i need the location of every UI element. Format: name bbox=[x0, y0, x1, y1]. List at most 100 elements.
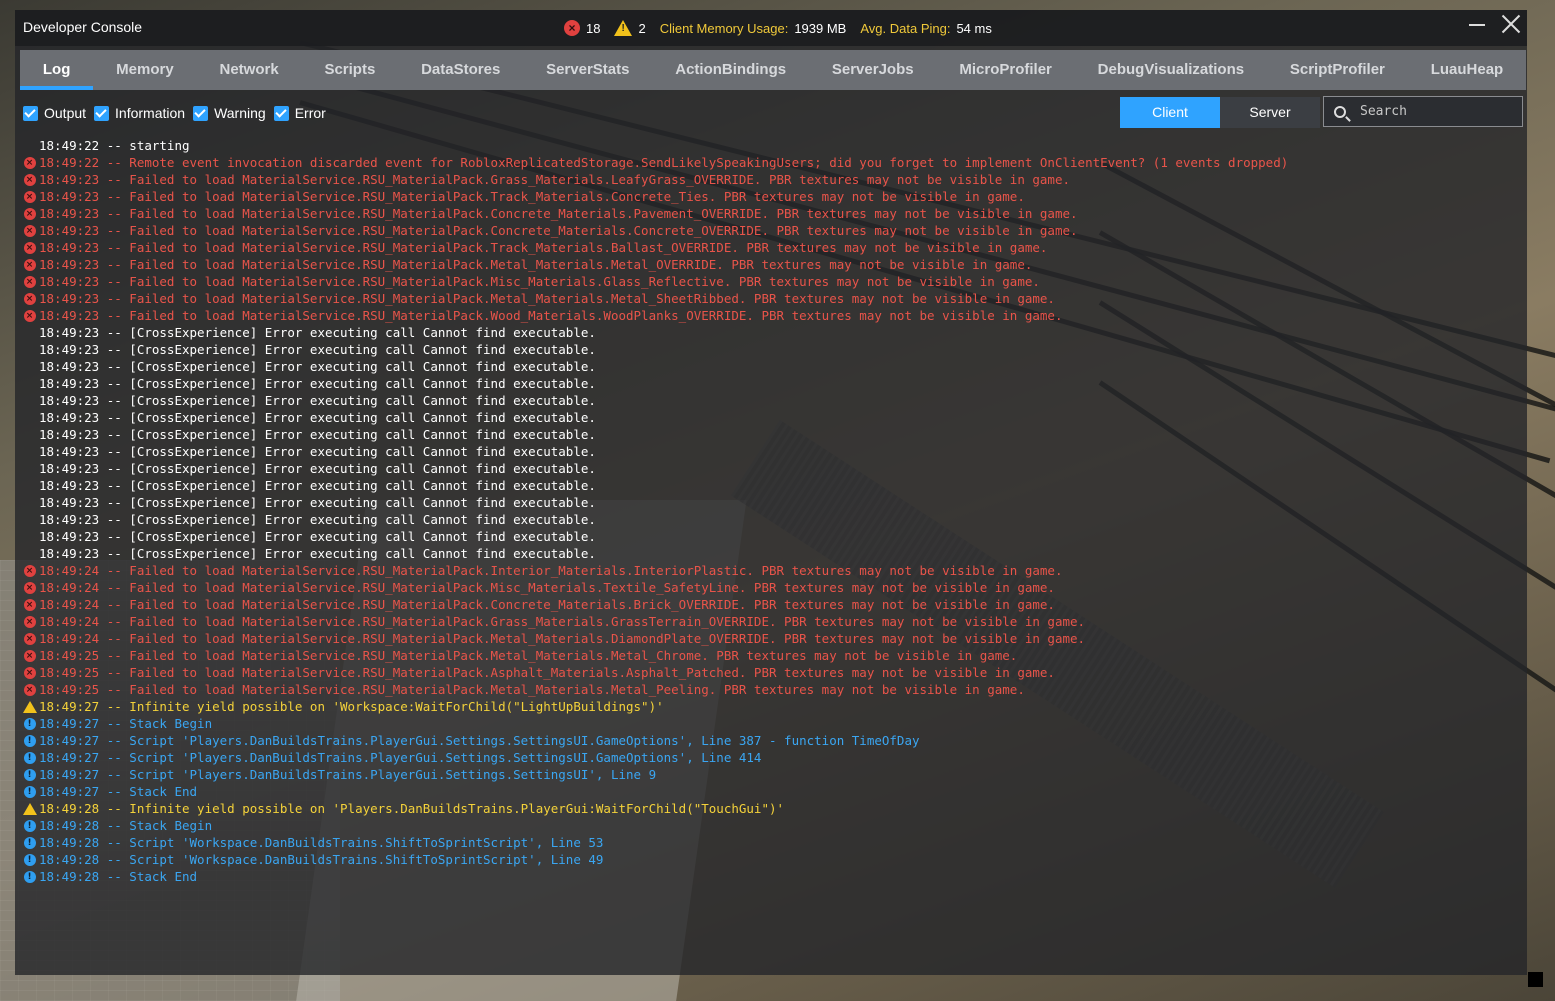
warning-count-icon[interactable] bbox=[614, 20, 633, 36]
tab-serverjobs[interactable]: ServerJobs bbox=[809, 50, 937, 90]
log-line-warning: 18:49:28 -- Infinite yield possible on '… bbox=[20, 800, 1520, 817]
filter-warning-label: Warning bbox=[214, 105, 266, 121]
log-output[interactable]: 18:49:22 -- starting × 18:49:22 -- Remote … bbox=[20, 137, 1520, 885]
tab-microprofiler[interactable]: MicroProfiler bbox=[936, 50, 1074, 90]
search-icon bbox=[1334, 105, 1346, 118]
client-button[interactable]: Client bbox=[1120, 97, 1220, 128]
error-icon: × bbox=[23, 581, 36, 594]
log-line-marker: ! bbox=[20, 868, 39, 885]
log-line-error: × 18:49:23 -- Failed to load MaterialServ… bbox=[20, 171, 1520, 188]
tab-luauheap[interactable]: LuauHeap bbox=[1408, 50, 1526, 90]
log-line-marker bbox=[20, 477, 39, 494]
memory-usage-label: Client Memory Usage: bbox=[659, 20, 789, 36]
close-icon[interactable] bbox=[1501, 14, 1521, 34]
warning-count[interactable]: 2 bbox=[638, 21, 645, 36]
log-line-text: 18:49:24 -- Failed to load MaterialServi… bbox=[39, 563, 1063, 578]
error-icon: × bbox=[23, 598, 36, 611]
log-line-text: 18:49:27 -- Script 'Players.DanBuildsTra… bbox=[39, 750, 762, 765]
filter-output[interactable]: Output bbox=[23, 105, 86, 121]
error-count[interactable]: 18 bbox=[586, 21, 600, 36]
log-line-marker: ! bbox=[20, 732, 39, 749]
log-line-output: 18:49:23 -- [CrossExperience] Error exec… bbox=[20, 477, 1520, 494]
log-line-marker bbox=[20, 358, 39, 375]
info-icon: ! bbox=[23, 785, 36, 798]
log-line-text: 18:49:23 -- [CrossExperience] Error exec… bbox=[39, 376, 596, 391]
resize-handle[interactable] bbox=[1528, 972, 1543, 987]
output-checkbox[interactable] bbox=[23, 105, 38, 121]
filter-warning[interactable]: Warning bbox=[193, 105, 266, 121]
log-line-marker: ! bbox=[20, 749, 39, 766]
log-line-info: ! 18:49:28 -- Stack End bbox=[20, 868, 1520, 885]
server-button[interactable]: Server bbox=[1220, 97, 1320, 128]
filter-information[interactable]: Information bbox=[94, 105, 185, 121]
log-line-error: × 18:49:24 -- Failed to load MaterialServ… bbox=[20, 596, 1520, 613]
log-line-text: 18:49:23 -- [CrossExperience] Error exec… bbox=[39, 495, 596, 510]
log-line-marker: ! bbox=[20, 834, 39, 851]
log-line-output: 18:49:23 -- [CrossExperience] Error exec… bbox=[20, 545, 1520, 562]
log-line-error: × 18:49:23 -- Failed to load MaterialServ… bbox=[20, 273, 1520, 290]
log-line-marker: × bbox=[20, 154, 39, 171]
log-line-text: 18:49:23 -- [CrossExperience] Error exec… bbox=[39, 478, 596, 493]
tab-memory[interactable]: Memory bbox=[93, 50, 196, 90]
log-line-marker bbox=[20, 460, 39, 477]
log-line-text: 18:49:23 -- Failed to load MaterialServi… bbox=[39, 172, 1071, 187]
log-line-text: 18:49:23 -- Failed to load MaterialServi… bbox=[39, 189, 1025, 204]
stats-bar: × 18 2 Client Memory Usage: 1939 MB Avg.… bbox=[564, 18, 1000, 38]
log-line-output: 18:49:23 -- [CrossExperience] Error exec… bbox=[20, 392, 1520, 409]
log-line-marker: × bbox=[20, 613, 39, 630]
log-line-output: 18:49:23 -- [CrossExperience] Error exec… bbox=[20, 341, 1520, 358]
log-line-marker: × bbox=[20, 681, 39, 698]
info-icon: ! bbox=[23, 751, 36, 764]
error-icon: × bbox=[23, 615, 36, 628]
log-line-info: ! 18:49:27 -- Stack Begin bbox=[20, 715, 1520, 732]
log-line-text: 18:49:23 -- Failed to load MaterialServi… bbox=[39, 274, 1040, 289]
log-line-marker: × bbox=[20, 290, 39, 307]
tab-scriptprofiler[interactable]: ScriptProfiler bbox=[1267, 50, 1408, 90]
log-line-error: × 18:49:23 -- Failed to load MaterialServ… bbox=[20, 188, 1520, 205]
title-bar[interactable]: Developer Console × 18 2 Client Memory U… bbox=[15, 10, 1527, 46]
log-line-output: 18:49:23 -- [CrossExperience] Error exec… bbox=[20, 528, 1520, 545]
search-input[interactable] bbox=[1358, 103, 1512, 120]
log-line-marker bbox=[20, 494, 39, 511]
log-line-output: 18:49:23 -- [CrossExperience] Error exec… bbox=[20, 494, 1520, 511]
tab-serverstats[interactable]: ServerStats bbox=[523, 50, 652, 90]
log-line-text: 18:49:28 -- Script 'Workspace.DanBuildsT… bbox=[39, 835, 604, 850]
log-line-marker bbox=[20, 392, 39, 409]
log-line-marker: × bbox=[20, 307, 39, 324]
error-icon: × bbox=[23, 564, 36, 577]
tab-datastores[interactable]: DataStores bbox=[398, 50, 523, 90]
log-line-marker bbox=[20, 800, 39, 817]
log-line-info: ! 18:49:27 -- Script 'Players.DanBuildsTr… bbox=[20, 732, 1520, 749]
tab-scripts[interactable]: Scripts bbox=[302, 50, 399, 90]
log-line-text: 18:49:23 -- [CrossExperience] Error exec… bbox=[39, 427, 596, 442]
log-line-info: ! 18:49:28 -- Script 'Workspace.DanBuilds… bbox=[20, 851, 1520, 868]
filter-error[interactable]: Error bbox=[273, 105, 326, 121]
error-icon: × bbox=[23, 207, 36, 220]
error-icon: × bbox=[23, 173, 36, 186]
minimize-icon[interactable] bbox=[1469, 24, 1485, 26]
information-checkbox[interactable] bbox=[94, 105, 110, 121]
log-line-error: × 18:49:23 -- Failed to load MaterialServ… bbox=[20, 256, 1520, 273]
log-line-info: ! 18:49:27 -- Script 'Players.DanBuildsTr… bbox=[20, 766, 1520, 783]
error-icon: × bbox=[23, 683, 36, 696]
log-line-marker: × bbox=[20, 562, 39, 579]
error-count-icon[interactable]: × bbox=[564, 20, 580, 36]
log-line-text: 18:49:23 -- Failed to load MaterialServi… bbox=[39, 206, 1078, 221]
warning-checkbox[interactable] bbox=[193, 105, 209, 121]
tab-actionbindings[interactable]: ActionBindings bbox=[652, 50, 809, 90]
log-line-error: × 18:49:25 -- Failed to load MaterialServ… bbox=[20, 681, 1520, 698]
log-line-output: 18:49:23 -- [CrossExperience] Error exec… bbox=[20, 409, 1520, 426]
error-checkbox[interactable] bbox=[273, 105, 289, 121]
tab-network[interactable]: Network bbox=[197, 50, 302, 90]
tab-log[interactable]: Log bbox=[20, 50, 94, 90]
error-icon: × bbox=[23, 632, 36, 645]
log-line-error: × 18:49:25 -- Failed to load MaterialServ… bbox=[20, 647, 1520, 664]
log-line-error: × 18:49:24 -- Failed to load MaterialServ… bbox=[20, 630, 1520, 647]
log-line-error: × 18:49:23 -- Failed to load MaterialServ… bbox=[20, 205, 1520, 222]
error-icon: × bbox=[23, 649, 36, 662]
log-line-marker bbox=[20, 409, 39, 426]
tab-debugvisualizations[interactable]: DebugVisualizations bbox=[1075, 50, 1267, 90]
log-line-marker: × bbox=[20, 664, 39, 681]
log-line-marker bbox=[20, 545, 39, 562]
log-line-text: 18:49:25 -- Failed to load MaterialServi… bbox=[39, 648, 1018, 663]
